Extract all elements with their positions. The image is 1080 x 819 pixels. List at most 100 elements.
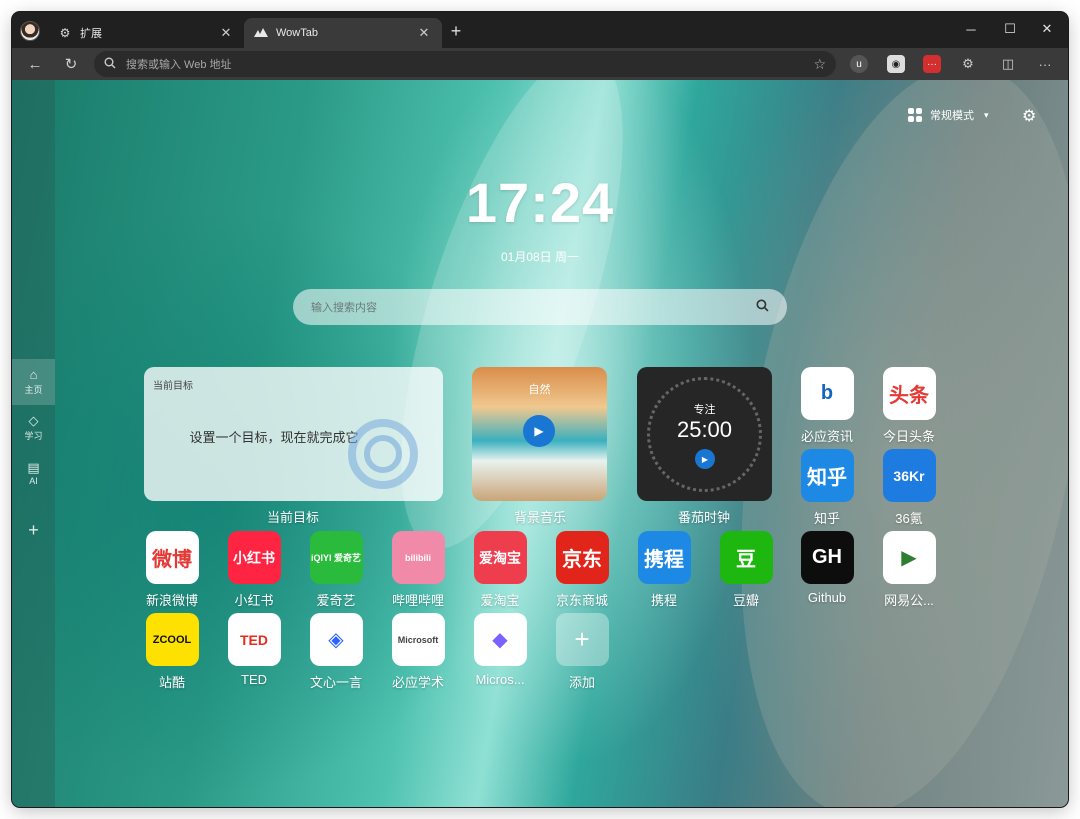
- bilibili-icon: bilibili: [391, 531, 445, 584]
- bing-academic-icon: Microsoft: [391, 613, 445, 666]
- app-shortcut-36kr[interactable]: 36Kr 36氪: [869, 449, 949, 527]
- close-icon[interactable]: ✕: [416, 25, 432, 41]
- app-shortcut-wenxin-yiyan[interactable]: ◈ 文心一言: [296, 613, 376, 691]
- close-window-button[interactable]: ✕: [1028, 16, 1066, 42]
- douban-icon: 豆: [719, 531, 773, 584]
- app-label: 爱淘宝: [480, 593, 520, 608]
- app-label: Micros...: [475, 672, 525, 687]
- app-label: 必应学术: [391, 675, 444, 690]
- search-input[interactable]: 输入搜索内容: [311, 299, 756, 315]
- app-shortcut-bing-academic[interactable]: Microsoft 必应学术: [378, 613, 458, 691]
- target-inner-icon: [364, 435, 402, 473]
- clock-time: 17:24: [465, 171, 615, 234]
- music-widget-label: 背景音乐: [513, 510, 566, 525]
- music-widget-title: 自然: [528, 384, 551, 396]
- browser-window: ⚙ 扩展 ✕ WowTab ✕ + ─ ☐ ✕ ← ↻ 搜索或输入 Web 地址…: [12, 12, 1068, 807]
- play-icon[interactable]: ▶: [695, 449, 715, 469]
- zcool-icon: ZCOOL: [145, 613, 199, 666]
- extensions-puzzle-icon[interactable]: ⚙: [959, 55, 977, 73]
- mode-label: 常规模式: [930, 110, 974, 122]
- app-label: 今日头条: [882, 429, 935, 444]
- more-menu-icon[interactable]: ···: [1036, 55, 1054, 73]
- pomodoro-time: 25:00: [676, 417, 733, 442]
- music-widget[interactable]: 自然 ▶: [472, 367, 607, 501]
- refresh-icon[interactable]: ↻: [60, 53, 82, 75]
- ghost-extension-icon[interactable]: ◉: [887, 55, 905, 73]
- app-shortcut-zhihu[interactable]: 知乎 知乎: [787, 449, 867, 527]
- app-shortcut-bilibili[interactable]: bilibili 哔哩哔哩: [378, 531, 458, 609]
- address-placeholder: 搜索或输入 Web 地址: [126, 59, 232, 71]
- tab-extensions[interactable]: ⚙ 扩展 ✕: [48, 18, 244, 48]
- search-box[interactable]: 输入搜索内容: [293, 289, 787, 325]
- app-label: 添加: [568, 675, 595, 690]
- app-shortcut-xiaohongshu[interactable]: 小红书 小红书: [214, 531, 294, 609]
- app-shortcut-aitaobao[interactable]: 爱淘宝 爱淘宝: [460, 531, 540, 609]
- app-label: 爱奇艺: [316, 593, 356, 608]
- close-icon[interactable]: ✕: [218, 25, 234, 41]
- split-screen-icon[interactable]: ◫: [999, 55, 1017, 73]
- dots-extension-icon[interactable]: ···: [923, 55, 941, 73]
- app-shortcut-zcool[interactable]: ZCOOL 站酷: [132, 613, 212, 691]
- app-shortcut-weibo[interactable]: 微博 新浪微博: [132, 531, 212, 609]
- ublock-extension-icon[interactable]: u: [850, 55, 868, 73]
- sidebar-item-label: 主页: [24, 385, 43, 395]
- search-icon[interactable]: [756, 299, 769, 315]
- iqiyi-icon: iQIYI 爱奇艺: [309, 531, 363, 584]
- favorite-star-icon[interactable]: ☆: [813, 56, 826, 73]
- profile-avatar[interactable]: [20, 21, 40, 41]
- app-shortcut-microsoft-365[interactable]: ◆ Micros...: [460, 613, 540, 687]
- sidebar-item-label: 学习: [24, 431, 43, 441]
- wenxin-yiyan-icon: ◈: [309, 613, 363, 666]
- app-shortcut-ted[interactable]: TED TED: [214, 613, 294, 687]
- grid-icon: [908, 108, 922, 122]
- app-shortcut-toutiao[interactable]: 头条 今日头条: [869, 367, 949, 445]
- goal-widget[interactable]: 当前目标 设置一个目标，现在就完成它: [144, 367, 443, 501]
- ctrip-icon: 携程: [637, 531, 691, 584]
- netease-open-icon: ▶: [882, 531, 936, 584]
- mode-selector[interactable]: 常规模式 ▾: [908, 107, 989, 123]
- address-toolbar: ← ↻ 搜索或输入 Web 地址 ☆ u ◉ ··· ⚙ ◫ ···: [12, 48, 1068, 80]
- app-shortcut-jd[interactable]: 京东 京东商城: [542, 531, 622, 609]
- app-label: Github: [807, 590, 847, 605]
- app-shortcut-netease-open[interactable]: ▶ 网易公...: [869, 531, 949, 609]
- play-icon[interactable]: ▶: [523, 415, 555, 447]
- sidebar-item-ai[interactable]: ▤ AI: [12, 460, 55, 500]
- settings-gear-icon[interactable]: ⚙: [1022, 106, 1036, 126]
- app-shortcut-iqiyi[interactable]: iQIYI 爱奇艺爱奇艺: [296, 531, 376, 609]
- app-shortcut-github[interactable]: GH Github: [787, 531, 867, 605]
- app-label: TED: [241, 672, 267, 687]
- back-arrow-icon[interactable]: ←: [24, 53, 46, 75]
- home-icon: ⌂: [29, 367, 38, 382]
- app-label: 文心一言: [309, 675, 362, 690]
- pomodoro-title: 专注: [693, 404, 716, 416]
- maximize-button[interactable]: ☐: [991, 16, 1029, 42]
- tab-label: 扩展: [80, 28, 102, 40]
- pomodoro-widget[interactable]: 专注 25:00 ▶: [637, 367, 772, 501]
- new-tab-button[interactable]: +: [446, 22, 466, 42]
- zhihu-icon: 知乎: [800, 449, 854, 502]
- tab-bar: ⚙ 扩展 ✕ WowTab ✕ + ─ ☐ ✕: [12, 12, 1068, 48]
- tab-wowtab[interactable]: WowTab ✕: [244, 18, 442, 48]
- app-shortcut-douban[interactable]: 豆豆瓣: [706, 531, 786, 609]
- minimize-button[interactable]: ─: [952, 16, 990, 42]
- graduation-cap-icon: ◇: [28, 413, 39, 428]
- app-label: 小红书: [234, 593, 274, 608]
- wowtab-logo-icon: [254, 26, 268, 40]
- clock-date: 01月08日 周一: [500, 250, 580, 264]
- app-label: 站酷: [158, 675, 185, 690]
- address-bar[interactable]: 搜索或输入 Web 地址 ☆: [94, 51, 836, 77]
- 36kr-icon: 36Kr: [882, 449, 936, 502]
- bing-news-icon: b: [800, 367, 854, 420]
- app-label: 新浪微博: [145, 593, 198, 608]
- app-label: 必应资讯: [800, 429, 853, 444]
- chevron-down-icon: ▾: [984, 109, 989, 120]
- sidebar-item-home[interactable]: ⌂ 主页: [12, 359, 55, 405]
- app-label: 京东商城: [555, 593, 608, 608]
- sidebar-item-label: AI: [29, 476, 38, 486]
- app-shortcut-add[interactable]: + 添加: [542, 613, 622, 691]
- sidebar-item-study[interactable]: ◇ 学习: [12, 413, 55, 453]
- app-shortcut-ctrip[interactable]: 携程 携程: [624, 531, 704, 609]
- xiaohongshu-icon: 小红书: [227, 531, 281, 584]
- sidebar-add-button[interactable]: +: [12, 520, 55, 541]
- app-shortcut-bing-news[interactable]: b 必应资讯: [787, 367, 867, 445]
